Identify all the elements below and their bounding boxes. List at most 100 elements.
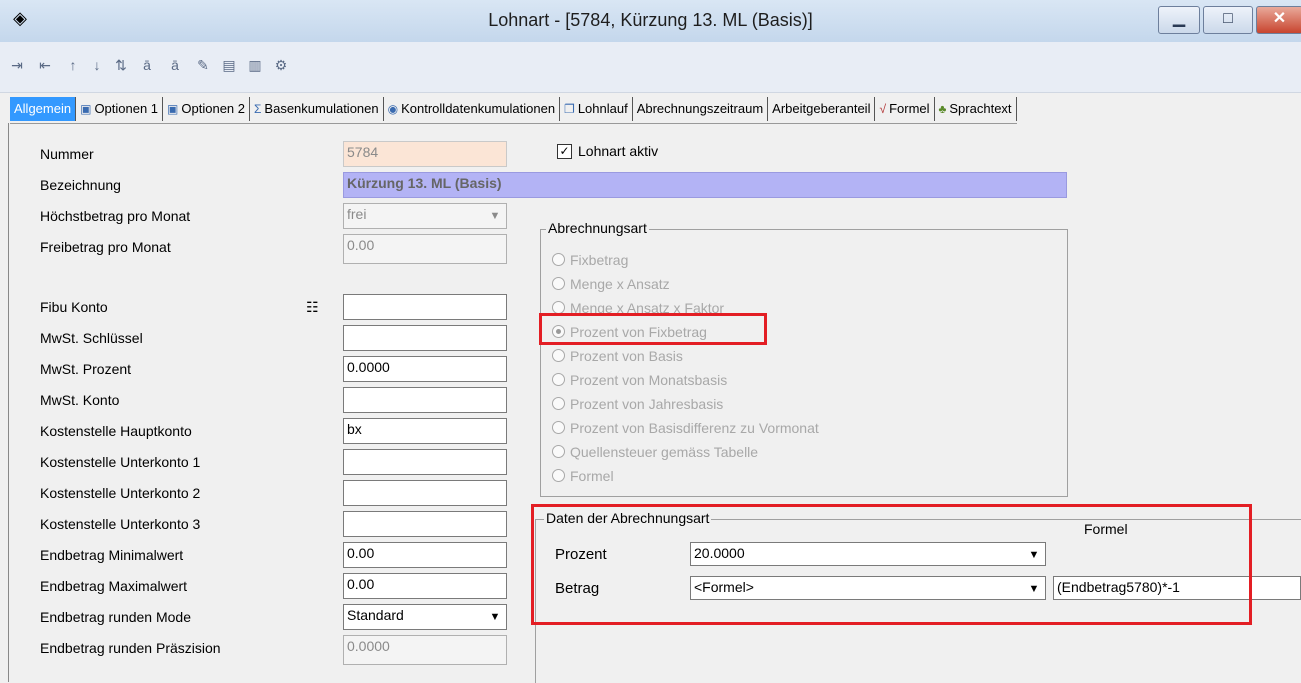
- minimize-button[interactable]: ▁: [1158, 6, 1200, 34]
- sort-az-icon[interactable]: ⇅: [110, 54, 132, 76]
- page-icon: ▣: [167, 102, 179, 116]
- label-nummer: Nummer: [40, 146, 94, 162]
- label-hoechstbetrag: Höchstbetrag pro Monat: [40, 208, 191, 224]
- toolbar: ⇥ ⇤ ↑ ↓ ⇅ ā ā ✎ ▤ ▥ ⚙: [0, 42, 1301, 93]
- radio-label: Prozent von Jahresbasis: [570, 396, 724, 412]
- chevron-down-icon: ▼: [489, 210, 501, 222]
- label-freibetrag: Freibetrag pro Monat: [40, 239, 171, 255]
- list-icon[interactable]: ▤: [218, 54, 240, 76]
- label-ks-unter3: Kostenstelle Unterkonto 3: [40, 516, 201, 532]
- label-end-mode: Endbetrag runden Mode: [40, 609, 191, 625]
- mwst-prozent-input[interactable]: 0.0000: [343, 356, 507, 382]
- label-ks-unter1: Kostenstelle Unterkonto 1: [40, 454, 201, 470]
- settings-icon[interactable]: ⚙: [270, 54, 292, 76]
- end-min-input[interactable]: 0.00: [343, 542, 507, 568]
- lohnart-aktiv-label: Lohnart aktiv: [578, 143, 659, 159]
- tab-label: Optionen 2: [181, 101, 245, 116]
- minimize-icon: ▁: [1172, 10, 1186, 27]
- tab-label: Sprachtext: [949, 101, 1012, 116]
- radio-dot: [552, 397, 565, 410]
- radio-dot: [552, 373, 565, 386]
- tab-label: Arbeitgeberanteil: [772, 101, 871, 116]
- move-up-icon[interactable]: ↑: [62, 54, 84, 76]
- spellcheck-alt-icon[interactable]: ā: [164, 54, 186, 76]
- label-mwst-schluessel: MwSt. Schlüssel: [40, 330, 143, 346]
- tab-basenkumulationen[interactable]: Σ Basenkumulationen: [250, 97, 384, 121]
- radio-prozent-monatsbasis[interactable]: Prozent von Monatsbasis: [552, 372, 727, 388]
- maximize-button[interactable]: □: [1203, 6, 1253, 34]
- radio-dot: [552, 253, 565, 266]
- label-fibu-konto: Fibu Konto: [40, 299, 108, 315]
- tab-label: Basenkumulationen: [264, 101, 379, 116]
- mwst-konto-input[interactable]: [343, 387, 507, 413]
- ks-haupt-input[interactable]: bx: [343, 418, 507, 444]
- ks-unter3-input[interactable]: [343, 511, 507, 537]
- tab-label: Lohnlauf: [577, 101, 628, 116]
- nummer-field: 5784: [343, 141, 507, 167]
- radio-prozent-jahresbasis[interactable]: Prozent von Jahresbasis: [552, 396, 723, 412]
- label-bezeichnung: Bezeichnung: [40, 177, 121, 193]
- radio-prozent-basisdifferenz[interactable]: Prozent von Basisdifferenz zu Vormonat: [552, 420, 819, 436]
- end-max-input[interactable]: 0.00: [343, 573, 507, 599]
- tab-sprachtext[interactable]: ♣ Sprachtext: [935, 97, 1017, 121]
- radio-label: Prozent von Monatsbasis: [570, 372, 728, 388]
- end-mode-value: Standard: [347, 607, 404, 623]
- maximize-icon: □: [1223, 10, 1233, 27]
- tab-label: Kontrolldatenkumulationen: [401, 101, 556, 116]
- formula-icon: √: [879, 102, 887, 116]
- label-end-max: Endbetrag Maximalwert: [40, 578, 188, 594]
- delete-row-icon[interactable]: ⇤: [34, 54, 56, 76]
- radio-label: Menge x Ansatz: [570, 276, 670, 292]
- tab-label: Formel: [889, 101, 930, 116]
- bezeichnung-field[interactable]: Kürzung 13. ML (Basis): [343, 172, 1067, 198]
- lookup-icon[interactable]: ☷: [306, 299, 319, 316]
- control-icon: ◉: [387, 102, 399, 116]
- ks-unter1-input[interactable]: [343, 449, 507, 475]
- list-alt-icon[interactable]: ▥: [244, 54, 266, 76]
- radio-prozent-basis[interactable]: Prozent von Basis: [552, 348, 683, 364]
- tab-formel[interactable]: √ Formel: [875, 97, 935, 121]
- people-icon: ♣: [938, 102, 947, 116]
- edit-icon[interactable]: ✎: [192, 54, 214, 76]
- label-end-min: Endbetrag Minimalwert: [40, 547, 184, 563]
- tab-optionen1[interactable]: ▣ Optionen 1: [76, 97, 164, 121]
- radio-label: Quellensteuer gemäss Tabelle: [570, 444, 759, 460]
- window-title: Lohnart - [5784, Kürzung 13. ML (Basis)]: [488, 10, 813, 30]
- abrechnungsart-title: Abrechnungsart: [546, 220, 649, 236]
- move-down-icon[interactable]: ↓: [86, 54, 108, 76]
- tab-allgemein[interactable]: Allgemein: [10, 97, 77, 121]
- tab-lohnlauf[interactable]: ❐ Lohnlauf: [560, 97, 633, 121]
- radio-dot: [552, 421, 565, 434]
- radio-fixbetrag[interactable]: Fixbetrag: [552, 252, 628, 268]
- radio-dot: [552, 349, 565, 362]
- insert-row-icon[interactable]: ⇥: [6, 54, 28, 76]
- ks-unter2-input[interactable]: [343, 480, 507, 506]
- label-ks-unter2: Kostenstelle Unterkonto 2: [40, 485, 201, 501]
- label-end-praez: Endbetrag runden Präszision: [40, 640, 221, 656]
- spellcheck-icon[interactable]: ā: [136, 54, 158, 76]
- tab-label: Abrechnungszeitraum: [636, 101, 764, 116]
- end-praez-field: 0.0000: [343, 635, 507, 665]
- close-icon: ✕: [1272, 10, 1287, 27]
- radio-formel[interactable]: Formel: [552, 468, 614, 484]
- radio-quellensteuer[interactable]: Quellensteuer gemäss Tabelle: [552, 444, 758, 460]
- tab-abrechnungszeitraum[interactable]: Abrechnungszeitraum: [633, 97, 769, 121]
- page-icon: ▣: [80, 102, 92, 116]
- fibu-konto-input[interactable]: [343, 294, 507, 320]
- close-button[interactable]: ✕: [1256, 6, 1301, 34]
- label-ks-haupt: Kostenstelle Hauptkonto: [40, 423, 192, 439]
- label-mwst-konto: MwSt. Konto: [40, 392, 120, 408]
- highlight-box: [539, 313, 767, 345]
- tab-optionen2[interactable]: ▣ Optionen 2: [163, 97, 250, 121]
- tab-arbeitgeberanteil[interactable]: Arbeitgeberanteil: [768, 97, 876, 121]
- chevron-down-icon: ▼: [489, 611, 501, 623]
- sum-icon: Σ: [254, 102, 262, 116]
- radio-menge-ansatz[interactable]: Menge x Ansatz: [552, 276, 670, 292]
- radio-dot: [552, 277, 565, 290]
- end-mode-select[interactable]: Standard ▼: [343, 604, 507, 630]
- mwst-schluessel-input[interactable]: [343, 325, 507, 351]
- hoechstbetrag-select: frei ▼: [343, 203, 507, 229]
- radio-dot: [552, 469, 565, 482]
- lohnart-aktiv-checkbox[interactable]: ✓: [557, 144, 572, 159]
- tab-kontrolldatenkumulationen[interactable]: ◉ Kontrolldatenkumulationen: [384, 97, 561, 121]
